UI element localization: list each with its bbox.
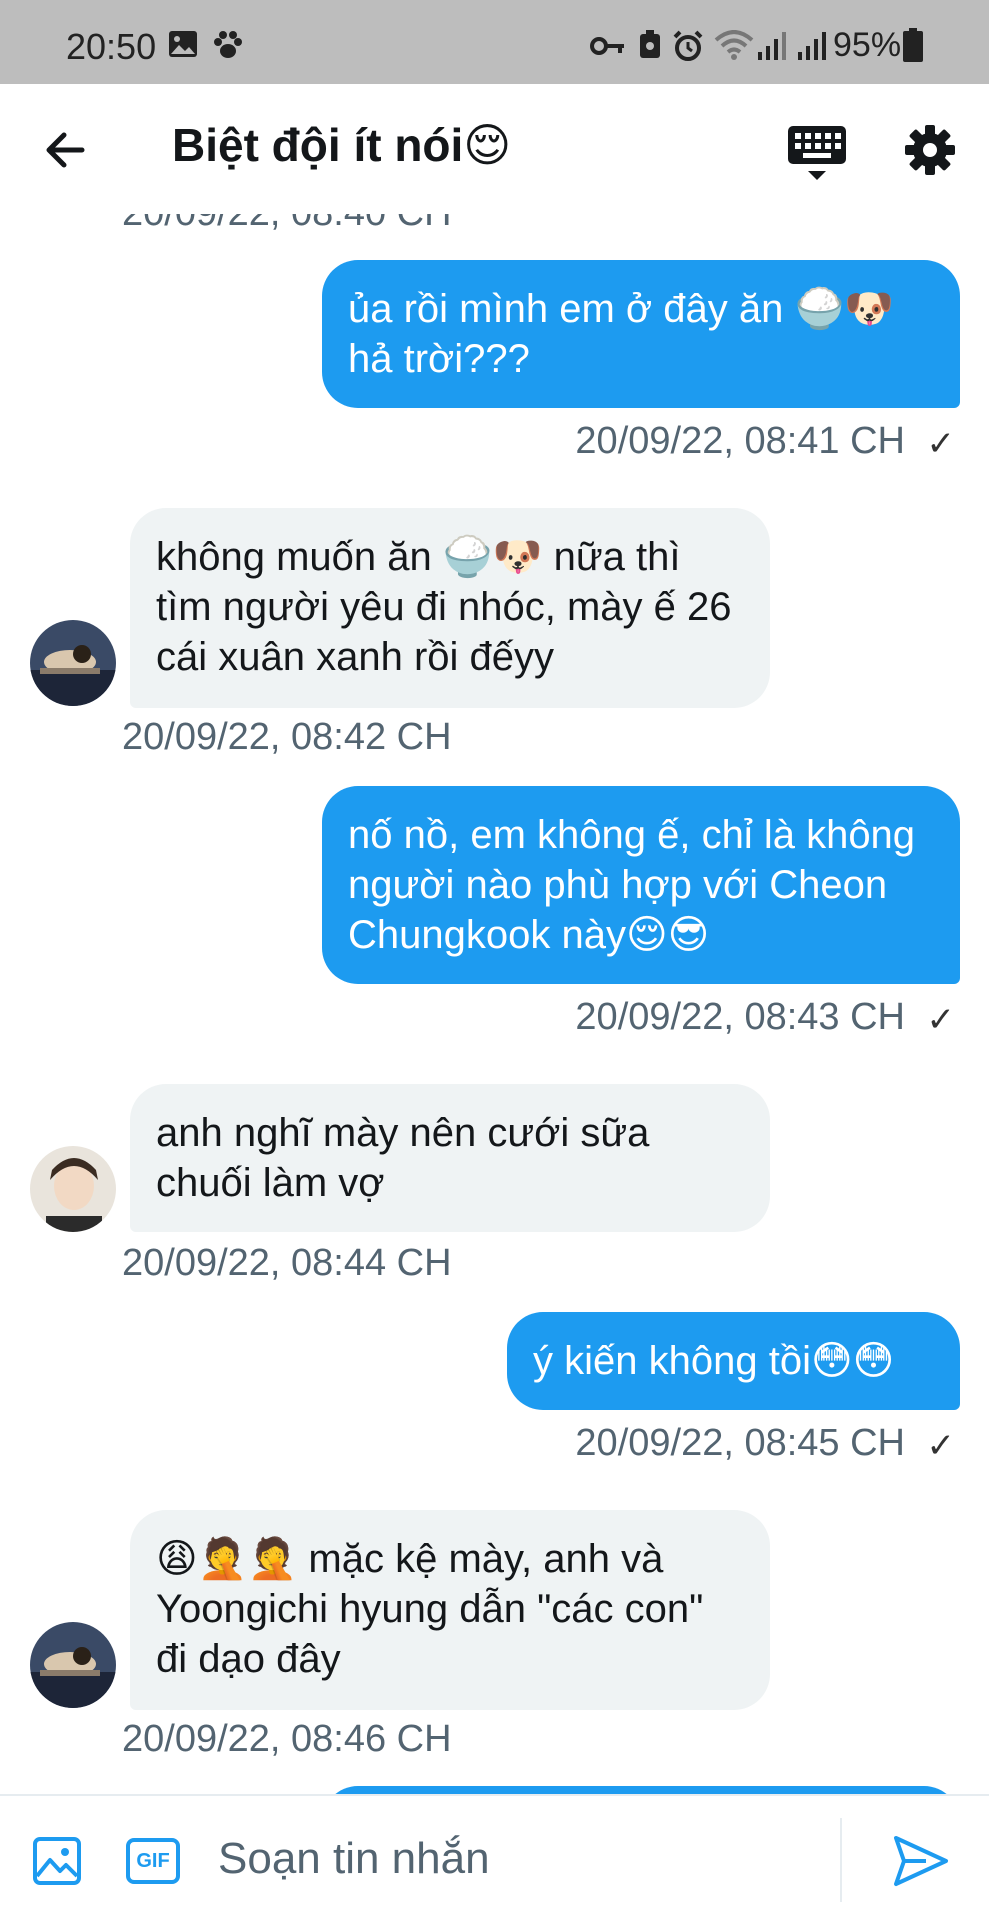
keyboard-icon[interactable] — [786, 124, 848, 184]
status-time: 20:50 — [66, 26, 157, 67]
paw-notification-icon — [214, 31, 242, 58]
gear-icon[interactable] — [904, 124, 956, 176]
message-timestamp: 20/09/22, 08:45 CH — [575, 1422, 905, 1464]
gallery-notification-icon — [169, 31, 197, 57]
message-timestamp: 20/09/22, 08:41 CH — [575, 420, 905, 462]
conversation-title[interactable]: Biệt đội ít nói😌 — [172, 118, 511, 172]
message-list[interactable]: 20/09/22, 08:40 CH ủa rồi mình em ở đây … — [0, 214, 989, 1794]
message-composer: GIF — [0, 1794, 989, 1920]
sent-check-icon: ✓ — [926, 1001, 956, 1039]
signal-icon-sim1 — [758, 32, 786, 60]
battery-saver-icon — [640, 30, 660, 58]
send-icon[interactable] — [892, 1834, 950, 1888]
avatar[interactable] — [30, 1622, 116, 1708]
signal-icon-sim2 — [798, 32, 826, 60]
battery-percentage: 95% — [833, 26, 902, 64]
incoming-message-bubble[interactable]: không muốn ăn 🍚🐶 nữa thì tìm người yêu đ… — [130, 508, 770, 708]
message-input[interactable] — [218, 1822, 828, 1896]
outgoing-message-bubble[interactable]: ý kiến không tồi😳😳 — [507, 1312, 960, 1410]
conversation-header: Biệt đội ít nói😌 — [0, 84, 989, 214]
message-timestamp: 20/09/22, 08:46 CH — [122, 1718, 452, 1760]
gif-icon[interactable]: GIF — [126, 1838, 180, 1884]
wifi-icon — [714, 30, 754, 60]
avatar[interactable] — [30, 1146, 116, 1232]
battery-icon — [903, 28, 923, 62]
back-arrow-icon[interactable] — [38, 122, 94, 178]
status-bar: 20:50 95% — [0, 0, 989, 84]
outgoing-message-bubble-partial[interactable] — [322, 1786, 960, 1794]
image-icon[interactable] — [32, 1836, 82, 1886]
message-timestamp: 20/09/22, 08:42 CH — [122, 716, 452, 758]
outgoing-message-bubble[interactable]: nố nồ, em không ế, chỉ là không người nà… — [322, 786, 960, 984]
sent-check-icon: ✓ — [926, 1427, 956, 1465]
composer-divider — [840, 1818, 842, 1902]
message-timestamp: 20/09/22, 08:44 CH — [122, 1242, 452, 1284]
incoming-message-bubble[interactable]: anh nghĩ mày nên cưới sữa chuối làm vợ — [130, 1084, 770, 1232]
avatar[interactable] — [30, 620, 116, 706]
message-timestamp: 20/09/22, 08:40 CH — [122, 214, 452, 235]
incoming-message-bubble[interactable]: 😩🤦🤦 mặc kệ mày, anh và Yoongichi hyung d… — [130, 1510, 770, 1710]
outgoing-message-bubble[interactable]: ủa rồi mình em ở đây ăn 🍚🐶 hả trời??? — [322, 260, 960, 408]
key-icon — [590, 37, 624, 55]
alarm-icon — [673, 30, 703, 61]
sent-check-icon: ✓ — [926, 425, 956, 463]
message-timestamp: 20/09/22, 08:43 CH — [575, 996, 905, 1038]
